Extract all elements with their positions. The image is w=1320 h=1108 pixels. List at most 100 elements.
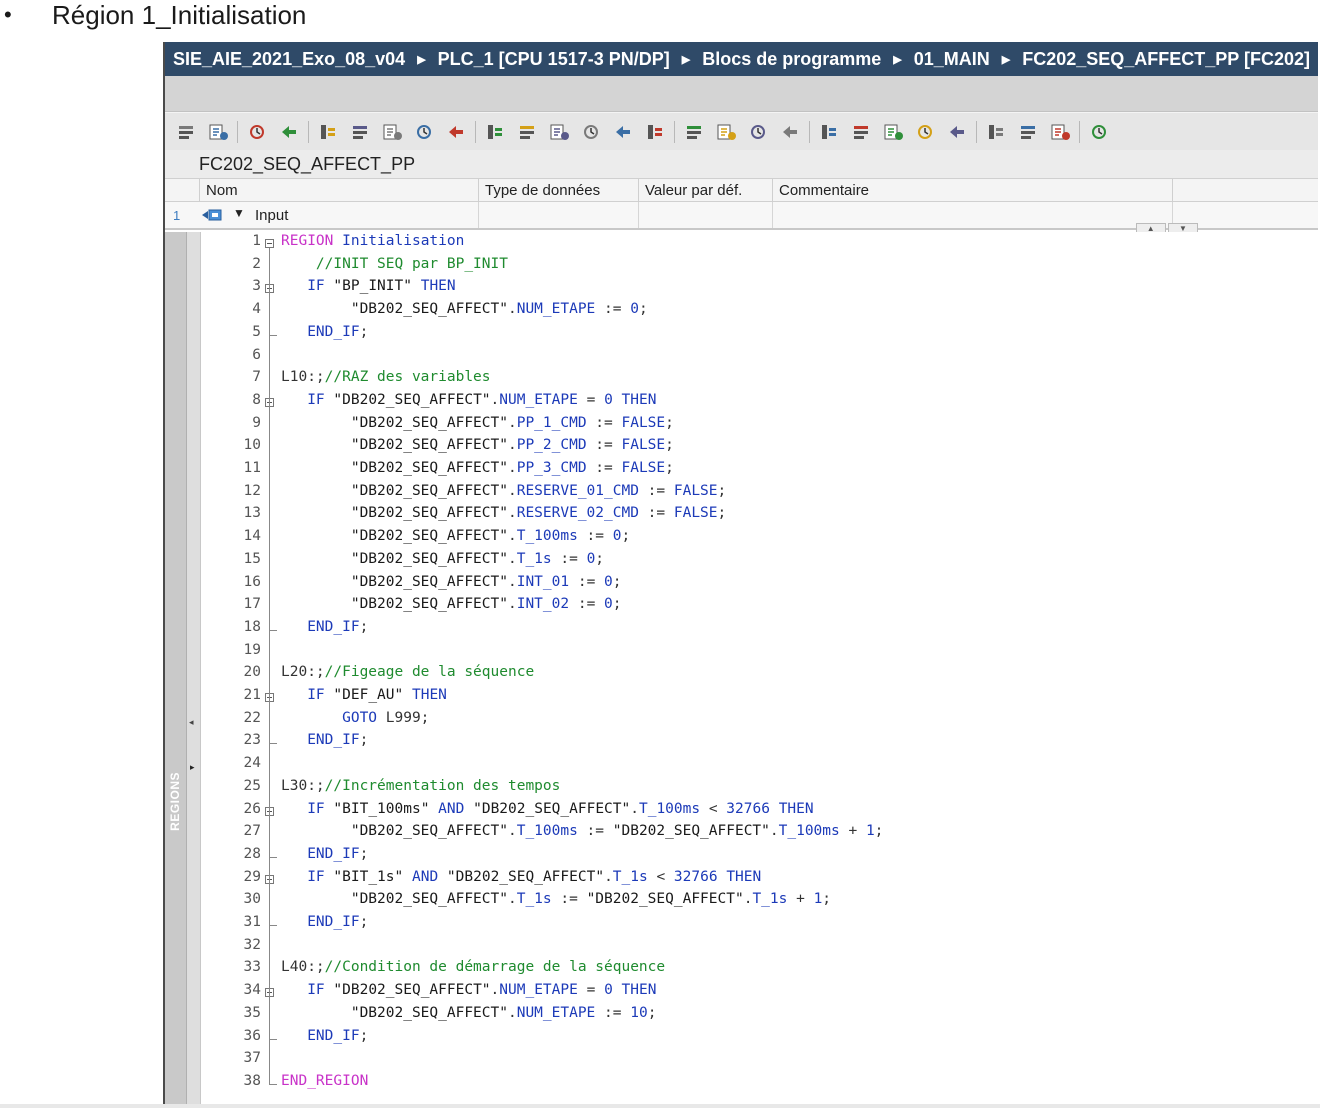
line-number: 17	[243, 596, 261, 613]
line-number: 18	[243, 618, 261, 635]
row-number: 1	[173, 208, 181, 223]
goto-prev-icon[interactable]	[681, 120, 707, 144]
column-header-datatype[interactable]: Type de données	[478, 179, 638, 203]
code-line[interactable]: 26 IF "BIT_100ms" AND "DB202_SEQ_AFFECT"…	[201, 801, 1318, 824]
code-line[interactable]: 7 L10:;//RAZ des variables	[201, 369, 1318, 392]
code-line[interactable]: 5 END_IF;	[201, 324, 1318, 347]
code-line[interactable]: 1 REGION Initialisation	[201, 233, 1318, 256]
code-line[interactable]: 22 GOTO L999;	[201, 710, 1318, 733]
column-header-default[interactable]: Valeur par déf.	[638, 179, 772, 203]
cross-ref-icon[interactable]	[983, 120, 1009, 144]
breadcrumb-item[interactable]: PLC_1 [CPU 1517-3 PN/DP]	[438, 49, 670, 70]
clear-breakpoints-icon[interactable]	[514, 120, 540, 144]
code-line[interactable]: 31 END_IF;	[201, 914, 1318, 937]
insert-network-icon[interactable]	[173, 120, 199, 144]
line-number: 31	[243, 914, 261, 930]
column-header-name[interactable]: Nom	[199, 179, 453, 203]
code-line[interactable]: 21 IF "DEF_AU" THEN	[201, 687, 1318, 710]
bookmark-icon[interactable]	[816, 120, 842, 144]
breadcrumb: SIE_AIE_2021_Exo_08_v04 ▶ PLC_1 [CPU 1517-…	[165, 42, 1318, 76]
expand-icon[interactable]	[745, 120, 771, 144]
glasses-icon[interactable]	[1015, 120, 1041, 144]
code-line[interactable]: 9 "DB202_SEQ_AFFECT".PP_1_CMD := FALSE;	[201, 415, 1318, 438]
fold-toggle-icon[interactable]	[265, 395, 277, 411]
code-line[interactable]: 25 L30:;//Incrémentation des tempos	[201, 778, 1318, 801]
line-number: 4	[252, 301, 261, 318]
code-line[interactable]: 35 "DB202_SEQ_AFFECT".NUM_ETAPE := 10;	[201, 1005, 1318, 1028]
bookmark-next-icon[interactable]	[848, 120, 874, 144]
code-line[interactable]: 30 "DB202_SEQ_AFFECT".T_1s := "DB202_SEQ…	[201, 891, 1318, 914]
breadcrumb-item[interactable]: 01_MAIN	[914, 49, 990, 70]
code-line[interactable]: 34 IF "DB202_SEQ_AFFECT".NUM_ETAPE = 0 T…	[201, 982, 1318, 1005]
list-icon[interactable]	[610, 120, 636, 144]
indent-icon[interactable]	[315, 120, 341, 144]
code-line[interactable]: 38 END_REGION	[201, 1073, 1318, 1096]
code-line[interactable]: 12 "DB202_SEQ_AFFECT".RESERVE_01_CMD := …	[201, 483, 1318, 506]
delete-network-icon[interactable]	[205, 120, 231, 144]
code-text: END_IF;	[307, 618, 369, 635]
code-line[interactable]: 27 "DB202_SEQ_AFFECT".T_100ms := "DB202_…	[201, 823, 1318, 846]
code-line[interactable]: 6	[201, 347, 1318, 370]
code-line[interactable]: 15 "DB202_SEQ_AFFECT".T_1s := 0;	[201, 551, 1318, 574]
code-line[interactable]: 11 "DB202_SEQ_AFFECT".PP_3_CMD := FALSE;	[201, 460, 1318, 483]
code-line[interactable]: 4 "DB202_SEQ_AFFECT".NUM_ETAPE := 0;	[201, 301, 1318, 324]
code-line[interactable]: 10 "DB202_SEQ_AFFECT".PP_2_CMD := FALSE;	[201, 437, 1318, 460]
code-line[interactable]: 28 END_IF;	[201, 846, 1318, 869]
uncomment-icon[interactable]	[411, 120, 437, 144]
monitor-icon[interactable]	[880, 120, 906, 144]
regions-panel[interactable]: REGIONS	[165, 232, 187, 1108]
glasses-2-icon[interactable]	[1047, 120, 1073, 144]
breadcrumb-item[interactable]: SIE_AIE_2021_Exo_08_v04	[173, 49, 405, 70]
code-line[interactable]: 13 "DB202_SEQ_AFFECT".RESERVE_02_CMD := …	[201, 505, 1318, 528]
code-line[interactable]: 36 END_IF;	[201, 1028, 1318, 1051]
add-row-icon[interactable]	[276, 120, 302, 144]
favorites-icon[interactable]	[443, 120, 469, 144]
code-line[interactable]: 19	[201, 642, 1318, 665]
collapse-icon[interactable]	[777, 120, 803, 144]
code-line[interactable]: 17 "DB202_SEQ_AFFECT".INT_02 := 0;	[201, 596, 1318, 619]
database-icon[interactable]	[1086, 120, 1112, 144]
outdent-icon[interactable]	[347, 120, 373, 144]
snapshot-icon[interactable]	[578, 120, 604, 144]
code-text: IF "DB202_SEQ_AFFECT".NUM_ETAPE = 0 THEN	[307, 391, 657, 408]
code-line[interactable]: 2 //INIT SEQ par BP_INIT	[201, 256, 1318, 279]
fold-toggle-icon[interactable]	[265, 804, 277, 820]
goto-next-icon[interactable]	[713, 120, 739, 144]
comment-icon[interactable]	[379, 120, 405, 144]
fold-toggle-icon[interactable]	[265, 872, 277, 888]
column-header-comment[interactable]: Commentaire	[772, 179, 1172, 203]
fold-toggle-icon[interactable]	[265, 281, 277, 297]
code-line[interactable]: 23 END_IF;	[201, 732, 1318, 755]
breadcrumb-item[interactable]: FC202_SEQ_AFFECT_PP [FC202]	[1022, 49, 1310, 70]
regions-collapse-icon[interactable]: ◂	[189, 717, 194, 728]
download-icon[interactable]	[642, 120, 668, 144]
code-line[interactable]: 24	[201, 755, 1318, 778]
code-line[interactable]: 33 L40:;//Condition de démarrage de la sé…	[201, 959, 1318, 982]
code-line[interactable]: 16 "DB202_SEQ_AFFECT".INT_01 := 0;	[201, 574, 1318, 597]
scl-code-editor[interactable]: 1 REGION Initialisation 2 //INIT SEQ par B…	[201, 232, 1318, 1108]
watch-icon[interactable]	[546, 120, 572, 144]
fold-toggle-icon[interactable]	[265, 985, 277, 1001]
step-out-icon[interactable]	[944, 120, 970, 144]
code-text: IF "DB202_SEQ_AFFECT".NUM_ETAPE = 0 THEN	[307, 982, 657, 999]
fold-guide-end	[269, 1083, 277, 1085]
code-line[interactable]: 20 L20:;//Figeage de la séquence	[201, 664, 1318, 687]
breadcrumb-item[interactable]: Blocs de programme	[702, 49, 881, 70]
fold-toggle-icon[interactable]	[265, 690, 277, 706]
collapse-toggle-icon[interactable]: ▼	[233, 206, 245, 220]
breakpoint-icon[interactable]	[482, 120, 508, 144]
toolbar-separator	[976, 120, 977, 143]
code-line[interactable]: 14 "DB202_SEQ_AFFECT".T_100ms := 0;	[201, 528, 1318, 551]
code-line[interactable]: 29 IF "BIT_1s" AND "DB202_SEQ_AFFECT".T_…	[201, 869, 1318, 892]
code-line[interactable]: 18 END_IF;	[201, 619, 1318, 642]
code-line[interactable]: 32	[201, 937, 1318, 960]
regions-expand-icon[interactable]: ▸	[190, 762, 195, 773]
step-into-icon[interactable]	[912, 120, 938, 144]
code-line[interactable]: 8 IF "DB202_SEQ_AFFECT".NUM_ETAPE = 0 TH…	[201, 392, 1318, 415]
line-number: 10	[243, 437, 261, 454]
code-line[interactable]: 3 IF "BP_INIT" THEN	[201, 278, 1318, 301]
line-number: 22	[243, 709, 261, 726]
fold-toggle-icon[interactable]	[265, 236, 277, 252]
code-line[interactable]: 37	[201, 1050, 1318, 1073]
insert-row-icon[interactable]	[244, 120, 270, 144]
